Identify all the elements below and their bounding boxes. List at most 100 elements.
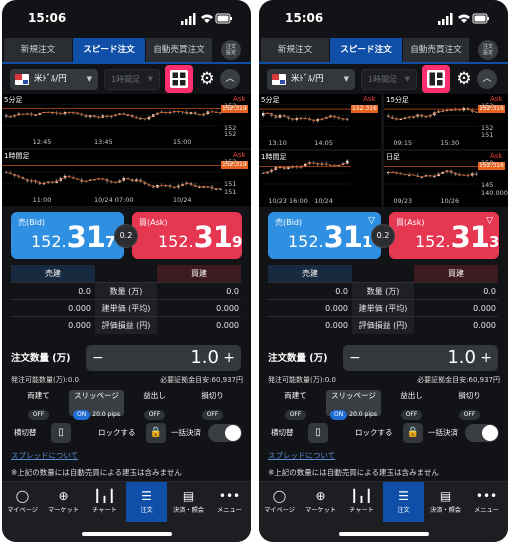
rotate-icon[interactable]: ▯ [308, 423, 328, 443]
tab-new-order[interactable]: 新規注文 [261, 38, 329, 62]
minus-button[interactable]: − [92, 345, 104, 371]
chart-layout-button[interactable] [165, 65, 193, 93]
order-settings-button[interactable]: 注文 設定 [478, 40, 498, 60]
bid-price-small: 152. [288, 232, 324, 251]
chevron-down-icon: ▼ [86, 75, 92, 83]
take-profit-toggle[interactable]: 益出し OFF [384, 390, 439, 420]
nav-order[interactable]: ☰ 注文 [383, 482, 424, 522]
bulk-settle-toggle[interactable] [465, 424, 499, 442]
tab-speed-order[interactable]: スピード注文 [73, 38, 145, 62]
landscape-label: 横切替 [14, 428, 37, 437]
lock-icon[interactable]: 🔒 [403, 423, 423, 443]
gear-icon[interactable]: ⚙ [454, 69, 474, 89]
tab-new-order[interactable]: 新規注文 [4, 38, 72, 62]
table-row: 0.000 建単価 (平均) 0.000 [11, 299, 241, 317]
stop-loss-toggle[interactable]: 損切り OFF [185, 390, 240, 420]
y-axis-tick: 151 [481, 131, 494, 139]
slippage-value: ON 20.0 pips [330, 410, 377, 420]
slippage-pips: 20.0 pips [92, 411, 120, 418]
home-indicator [339, 532, 429, 536]
quantity-value[interactable]: 1.0 [447, 345, 476, 371]
tab-speed-order[interactable]: スピード注文 [330, 38, 402, 62]
spread-info-link[interactable]: スプレッドについて [11, 450, 78, 461]
sell-bid-button[interactable]: 売(Bid) 152.317 [11, 212, 124, 259]
ask-price-big: 31 [450, 220, 490, 254]
collapse-chart-button[interactable]: ︿ [477, 69, 497, 89]
x-axis-tick: 14:05 [314, 139, 333, 147]
lock-label: ロックする [98, 428, 136, 437]
price-chart[interactable]: 15分足 Ask 152.316 152 152 151 09:15 15:30 [384, 94, 508, 149]
home-indicator [82, 532, 172, 536]
gear-icon[interactable]: ⚙ [197, 69, 217, 89]
y-axis-tick: 150 [481, 159, 494, 167]
nav-label: マーケット [48, 507, 79, 514]
sell-value: 0.0 [78, 287, 91, 296]
rotate-icon[interactable]: ▯ [51, 423, 71, 443]
nav-menu[interactable]: ••• メニュー [209, 482, 250, 522]
order-settings-button[interactable]: 注文 設定 [221, 40, 241, 60]
nav-settlement[interactable]: ▤ 決済・照会 [425, 482, 466, 522]
flag-icon [15, 74, 29, 85]
price-chart[interactable]: 1時間足 10/23 16:00 10/24 [259, 151, 381, 207]
nav-market[interactable]: ⊕ マーケット [43, 482, 84, 522]
currency-pair-select[interactable]: 米ﾄﾞﾙ/円 ▼ [10, 69, 98, 90]
tab-auto-order[interactable]: 自動売買注文 [146, 38, 212, 62]
option-label: スリッページ [331, 391, 376, 400]
price-chart[interactable]: 5分足 Ask 152.319 152 152 152 12:45 13:45 15:00 [2, 94, 251, 148]
x-axis-tick: 09/23 [393, 197, 413, 205]
table-row: 0.0 数量 (万) 0.0 [268, 282, 498, 300]
quantity-stepper[interactable]: − 1.0 + [86, 345, 241, 371]
buy-ask-button[interactable]: 買(Ask) 152.319 [132, 212, 242, 259]
plus-button[interactable]: + [223, 345, 235, 371]
slippage-toggle[interactable]: スリッページ ON 20.0 pips [326, 390, 381, 420]
slippage-value: ON 20.0 pips [73, 410, 120, 420]
quantity-stepper[interactable]: − 1.0 + [343, 345, 498, 371]
take-profit-toggle[interactable]: 益出し OFF [127, 390, 182, 420]
candlestick-icon: ┃╻┃ [93, 489, 116, 503]
required-margin: 必要証拠金目安:60,937円 [160, 376, 243, 384]
price-chart[interactable]: 日足 Ask 152.316 150 145 140.000 09/23 10/26 [384, 151, 508, 207]
timeframe-select[interactable]: 1時間足 ▼ [361, 69, 417, 90]
hedge-toggle[interactable]: 両建て OFF [268, 390, 323, 420]
option-label: 損切り [201, 391, 224, 400]
stop-loss-toggle[interactable]: 損切り OFF [442, 390, 497, 420]
collapse-chart-button[interactable]: ︿ [220, 69, 240, 89]
spread-info-link[interactable]: スプレッドについて [268, 450, 335, 461]
buy-ask-button[interactable]: 買(Ask) ▽ 152.313 [389, 212, 499, 259]
nav-mypage[interactable]: ◯ マイページ [259, 482, 300, 522]
tab-underline [259, 62, 508, 64]
timeframe-select[interactable]: 1時間足 ▼ [104, 69, 160, 90]
bulk-settle-toggle[interactable] [208, 424, 242, 442]
nav-chart[interactable]: ┃╻┃ チャート [84, 482, 125, 522]
nav-settlement[interactable]: ▤ 決済・照会 [168, 482, 209, 522]
sell-bid-button[interactable]: 売(Bid) ▽ 152.311 [268, 212, 381, 259]
nav-menu[interactable]: ••• メニュー [466, 482, 507, 522]
plus-button[interactable]: + [480, 345, 492, 371]
chart-timeframe-label: 15分足 [386, 96, 409, 104]
slippage-toggle[interactable]: スリッページ ON 20.0 pips [69, 390, 124, 420]
currency-pair-select[interactable]: 米ﾄﾞﾙ/円 ▼ [267, 69, 355, 90]
tab-auto-order[interactable]: 自動売買注文 [403, 38, 469, 62]
ask-price: 152.319 [158, 220, 242, 254]
globe-icon: ⊕ [315, 489, 326, 503]
hedge-toggle[interactable]: 両建て OFF [11, 390, 66, 420]
chart-layout-button[interactable] [422, 65, 450, 93]
quantity-value[interactable]: 1.0 [190, 345, 219, 371]
lock-icon[interactable]: 🔒 [146, 423, 166, 443]
x-axis-tick: 11:00 [32, 196, 52, 204]
option-label: 両建て [27, 391, 50, 400]
available-quantity: 発注可能数量(万):0.0 [11, 376, 79, 384]
status-bar: 15:06 [2, 0, 251, 34]
moving-average-line [388, 170, 477, 178]
nav-order[interactable]: ☰ 注文 [126, 482, 167, 522]
row-label: 建単価 (平均) [95, 300, 157, 317]
nav-mypage[interactable]: ◯ マイページ [2, 482, 43, 522]
buy-value: 0.000 [473, 321, 496, 330]
minus-button[interactable]: − [349, 345, 361, 371]
price-chart[interactable]: 1時間足 Ask 152.319 152 151 151 11:00 10/24 07:00 1… [2, 150, 251, 206]
nav-chart[interactable]: ┃╻┃ チャート [341, 482, 382, 522]
nav-market[interactable]: ⊕ マーケット [300, 482, 341, 522]
price-chart[interactable]: 5分足 Ask 152.316 13:10 14:05 [259, 94, 381, 149]
status-bar: 15:06 [259, 0, 508, 34]
x-axis-tick: 15:30 [440, 139, 460, 147]
